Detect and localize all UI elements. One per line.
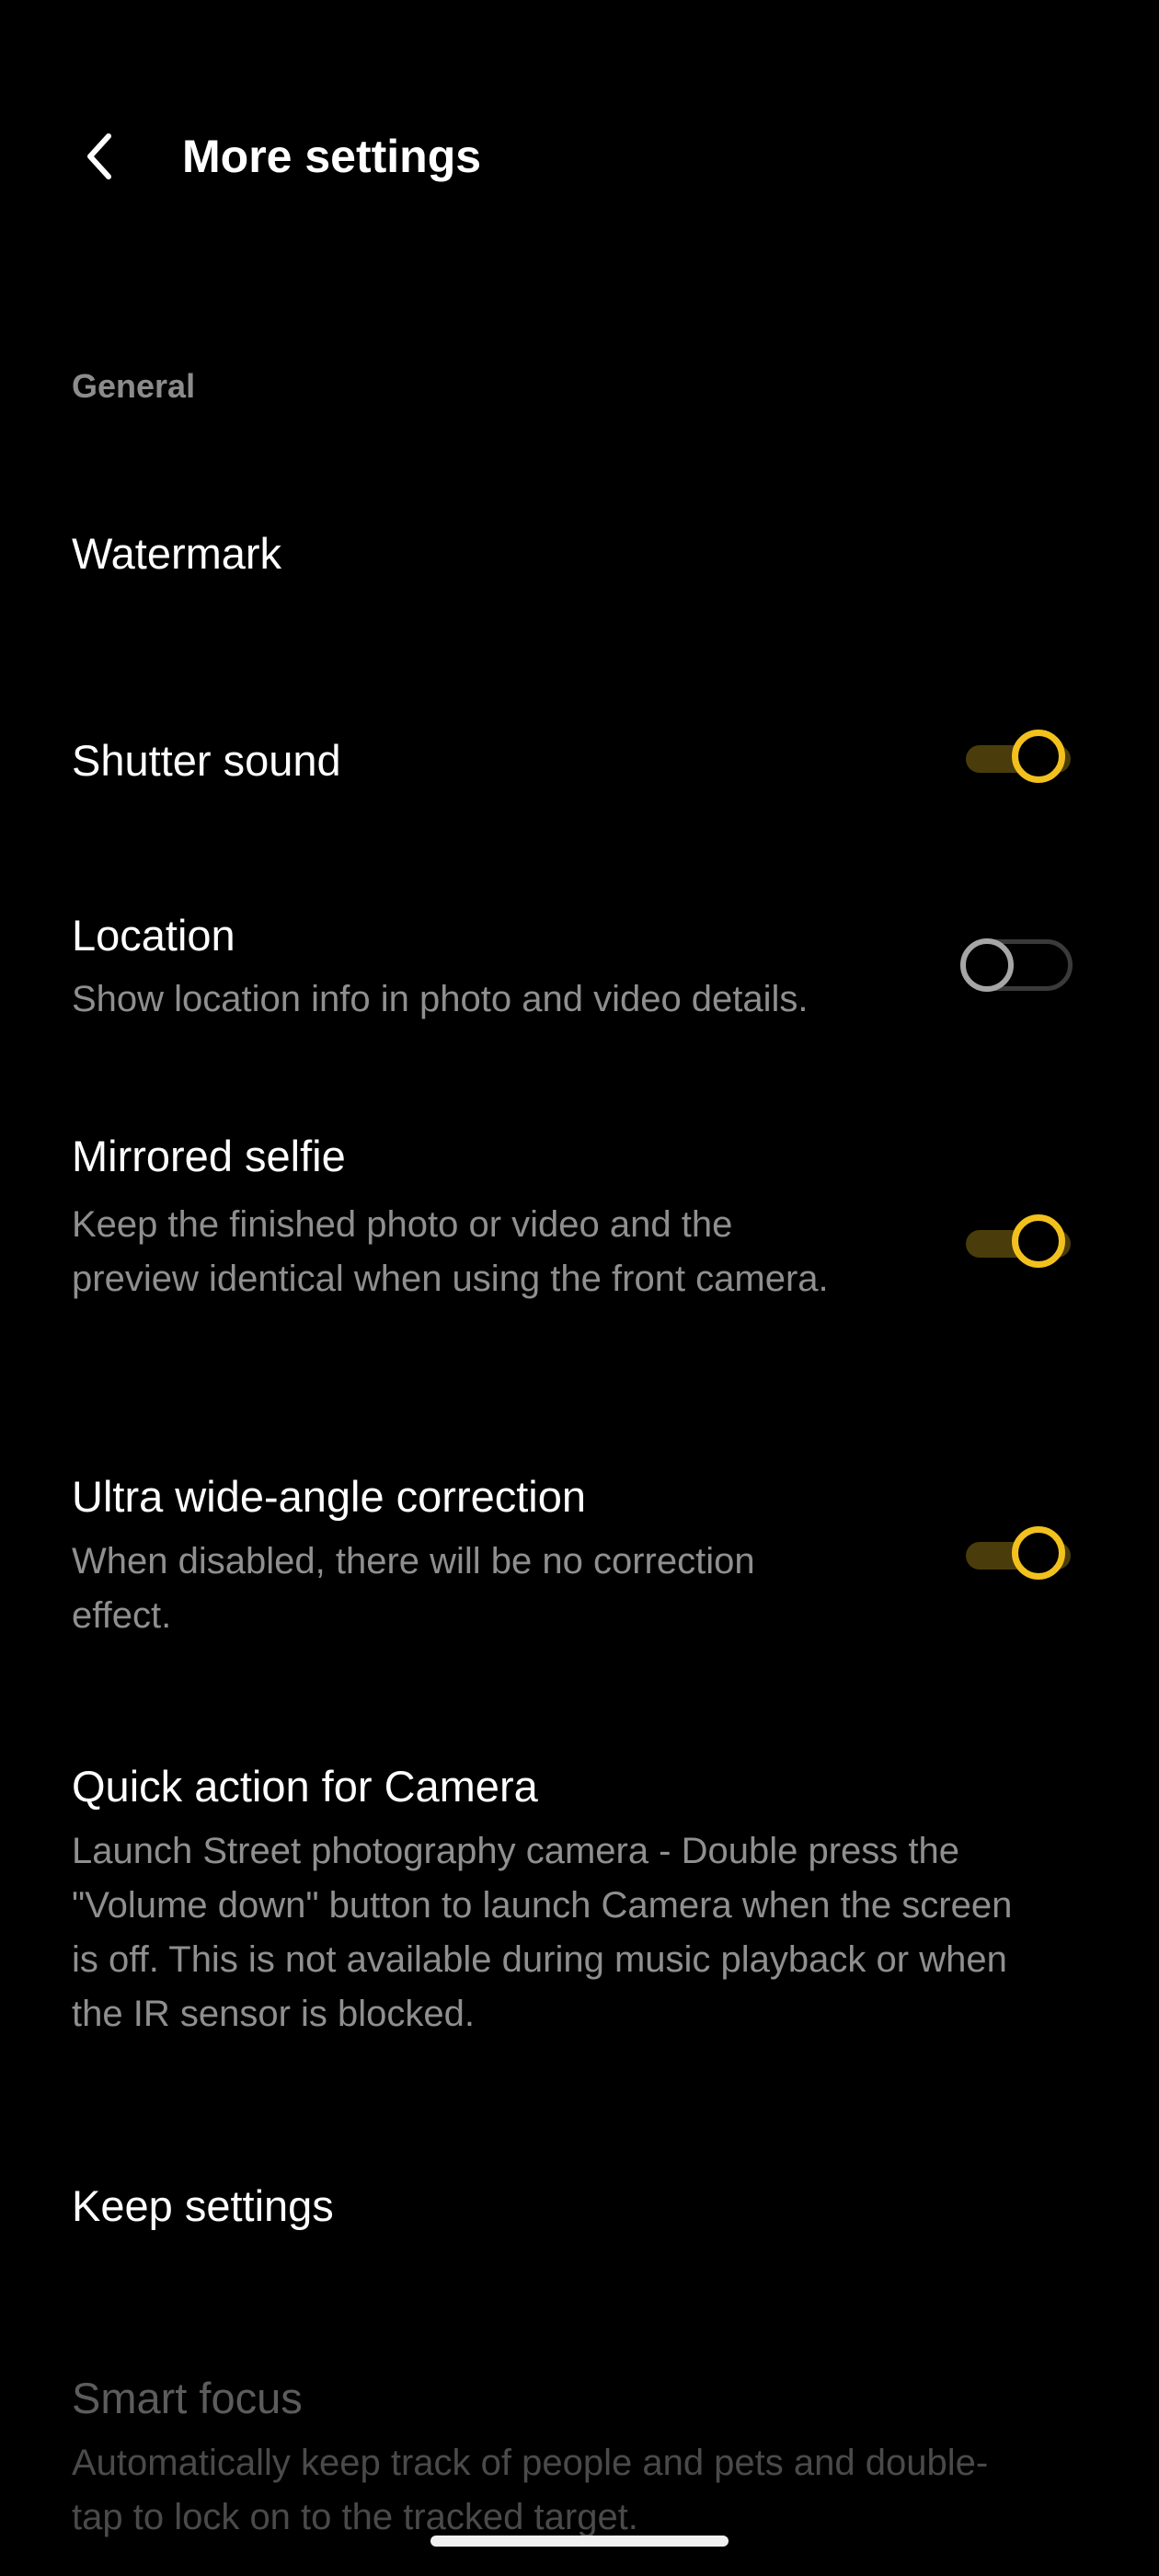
setting-smart-focus: Smart focus Automatically keep track of …: [0, 2360, 1159, 2553]
location-toggle[interactable]: [957, 936, 1076, 995]
toggle-knob: [1012, 1526, 1065, 1580]
setting-location[interactable]: Location Show location info in photo and…: [0, 897, 1159, 1040]
setting-title: Smart focus: [72, 2374, 303, 2422]
setting-description: Launch Street photography camera - Doubl…: [72, 1831, 1013, 2034]
setting-title: Location: [72, 911, 235, 960]
setting-title: Shutter sound: [72, 736, 341, 785]
setting-description: Keep the finished photo or video and the…: [72, 1204, 829, 1299]
page-title: More settings: [182, 131, 482, 182]
toggle-knob: [960, 938, 1014, 992]
setting-quick-action-camera[interactable]: Quick action for Camera Launch Street ph…: [0, 1748, 1159, 2052]
ultra-wide-angle-toggle[interactable]: [957, 1526, 1076, 1585]
toggle-knob: [1012, 730, 1065, 783]
setting-title: Mirrored selfie: [72, 1132, 346, 1180]
back-button[interactable]: [66, 120, 132, 193]
setting-description: Show location info in photo and video de…: [72, 979, 809, 1019]
setting-title: Quick action for Camera: [72, 1762, 538, 1811]
setting-title: Ultra wide-angle correction: [72, 1472, 587, 1521]
setting-shutter-sound[interactable]: Shutter sound: [0, 704, 1159, 819]
setting-description: When disabled, there will be no correcti…: [72, 1541, 755, 1636]
setting-mirrored-selfie[interactable]: Mirrored selfie Keep the finished photo …: [0, 1118, 1159, 1371]
setting-keep-settings[interactable]: Keep settings: [0, 2153, 1159, 2263]
toggle-knob: [1012, 1214, 1065, 1268]
setting-description: Automatically keep track of people and p…: [72, 2443, 989, 2537]
shutter-sound-toggle[interactable]: [957, 730, 1076, 788]
home-indicator[interactable]: [430, 2536, 729, 2547]
mirrored-selfie-toggle[interactable]: [957, 1214, 1076, 1273]
setting-watermark[interactable]: Watermark: [0, 497, 1159, 612]
setting-title: Watermark: [72, 529, 282, 578]
section-label-general: General: [72, 367, 196, 405]
setting-title: Keep settings: [72, 2181, 334, 2230]
setting-ultra-wide-angle-correction[interactable]: Ultra wide-angle correction When disable…: [0, 1458, 1159, 1651]
chevron-left-icon: [87, 133, 111, 179]
